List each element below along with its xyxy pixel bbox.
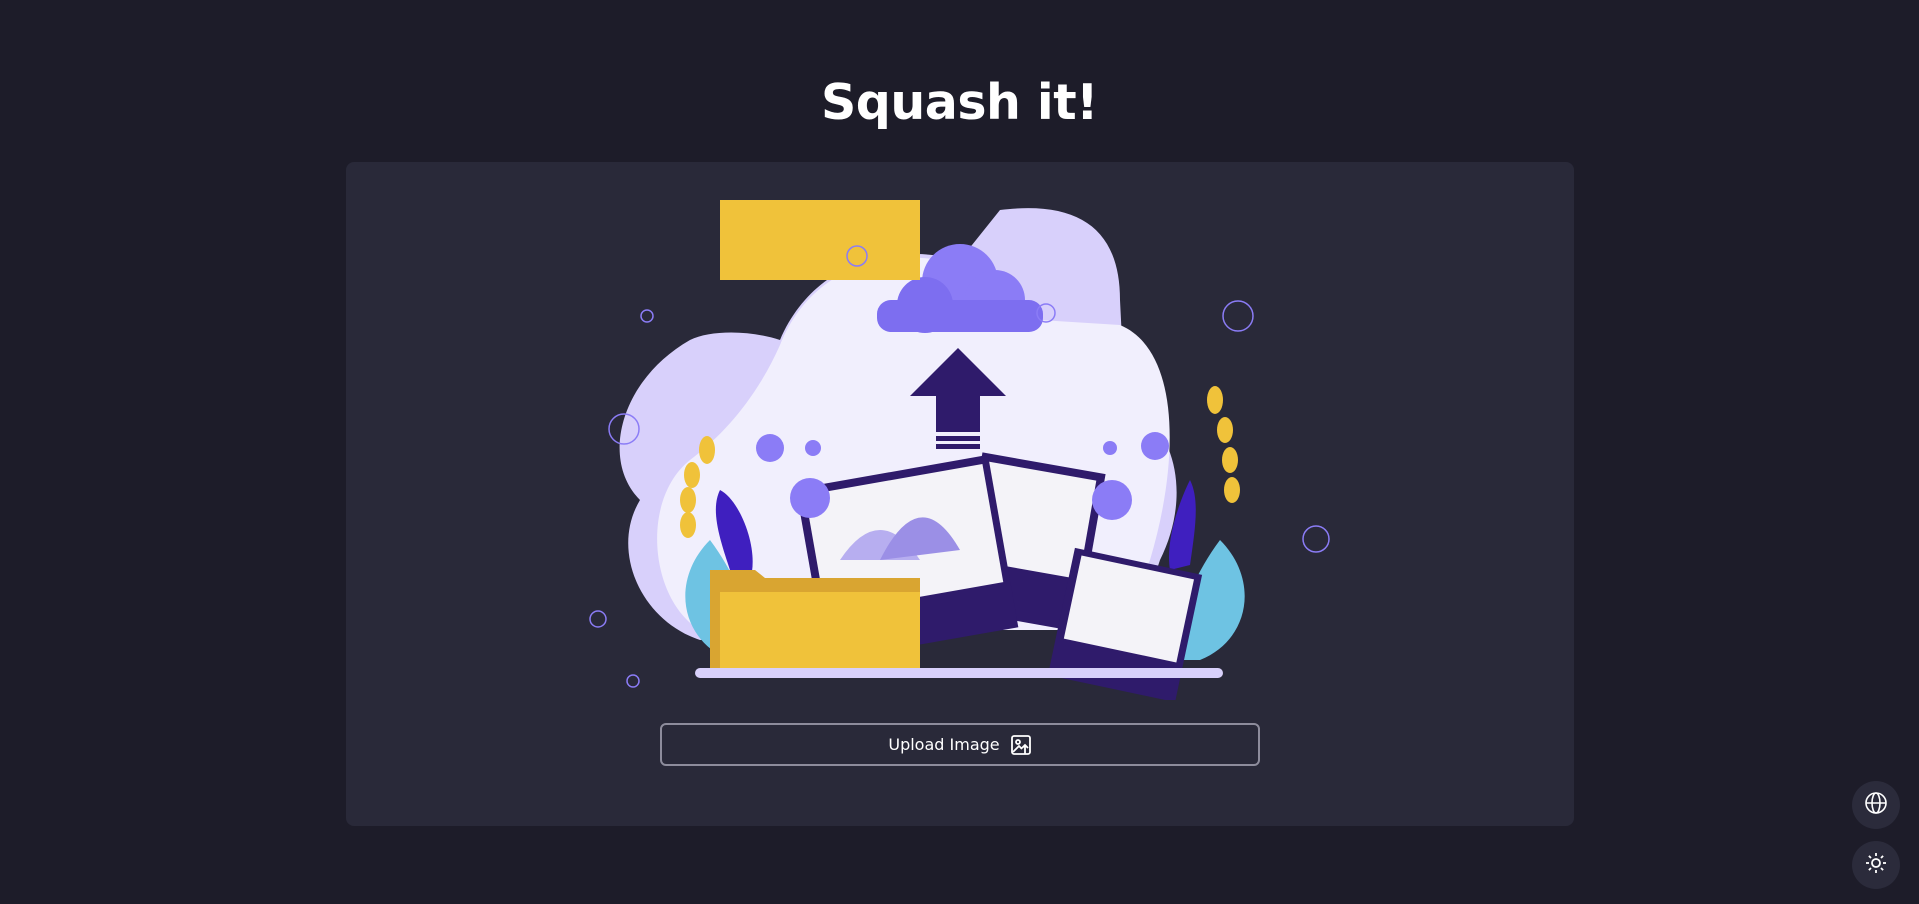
language-button[interactable] xyxy=(1852,781,1900,829)
globe-icon xyxy=(1864,791,1888,819)
upload-illustration xyxy=(589,200,1330,700)
sun-icon xyxy=(1864,851,1888,879)
upload-image-button[interactable]: Upload Image xyxy=(660,723,1260,766)
page-title: Squash it! xyxy=(821,74,1099,131)
upload-button-label: Upload Image xyxy=(888,735,1000,754)
image-upload-icon xyxy=(1010,734,1032,756)
theme-toggle-button[interactable] xyxy=(1852,841,1900,889)
